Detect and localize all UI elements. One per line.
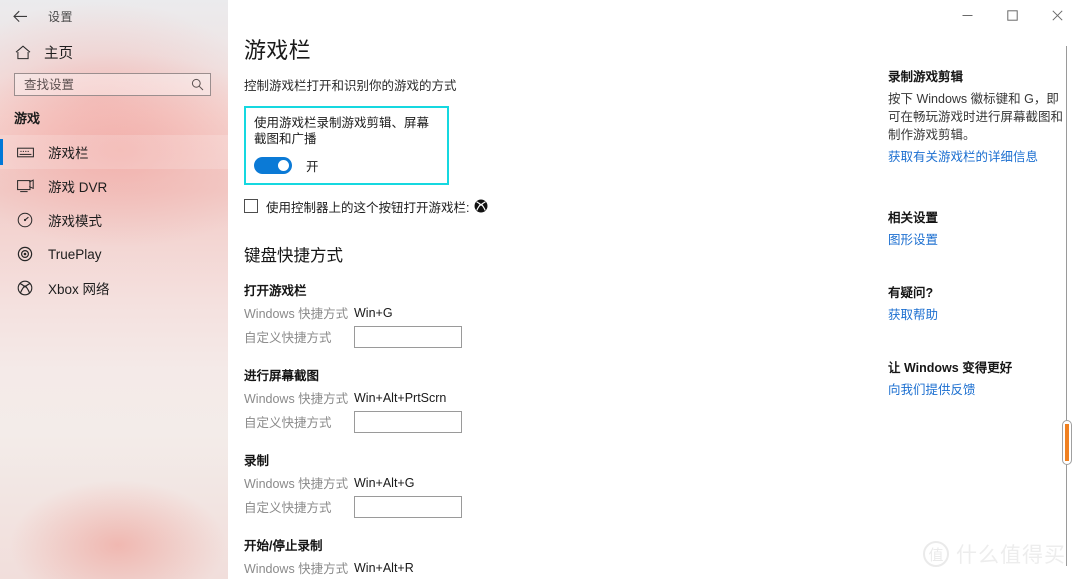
scrollbar-track[interactable]: [1066, 46, 1067, 566]
info-body: 按下 Windows 徽标键和 G，即可在畅玩游戏时进行屏幕截图和制作游戏剪辑。: [888, 92, 1064, 143]
sidebar-item-label: Xbox 网络: [48, 282, 110, 297]
info-heading: 让 Windows 变得更好: [888, 360, 1013, 375]
custom-shortcut-input[interactable]: [354, 410, 462, 433]
window-controls: [945, 0, 1080, 30]
windows-shortcut-value: Win+Alt+G: [354, 475, 415, 490]
info-block: 录制游戏剪辑 按下 Windows 徽标键和 G，即可在畅玩游戏时进行屏幕截图和…: [888, 66, 1063, 167]
vertical-scrollbar[interactable]: [1062, 46, 1072, 566]
game-dvr-icon: [14, 175, 36, 197]
search-container: [14, 73, 211, 96]
custom-shortcut-label: 自定义快捷方式: [244, 416, 332, 430]
shortcut-custom-row: 自定义快捷方式: [244, 408, 868, 436]
right-info-panel: 录制游戏剪辑 按下 Windows 徽标键和 G，即可在畅玩游戏时进行屏幕截图和…: [888, 0, 1063, 579]
scrollbar-thumb[interactable]: [1062, 420, 1072, 465]
xbox-logo-icon: [474, 199, 488, 213]
gamebar-toggle-highlight: 使用游戏栏录制游戏剪辑、屏幕截图和广播 开: [244, 106, 449, 185]
sidebar-item-game-dvr[interactable]: 游戏 DVR: [0, 169, 228, 203]
sidebar-item-game-bar[interactable]: 游戏栏: [0, 135, 228, 169]
game-bar-icon: [14, 141, 36, 163]
xbox-network-icon: [14, 277, 36, 299]
custom-shortcut-input[interactable]: [354, 325, 462, 348]
shortcut-title: 开始/停止录制: [244, 538, 323, 553]
shortcut-custom-row: 自定义快捷方式: [244, 323, 868, 351]
custom-shortcut-label: 自定义快捷方式: [244, 331, 332, 345]
home-icon: [12, 45, 34, 60]
info-link[interactable]: 图形设置: [888, 231, 1063, 250]
shortcut-group: 开始/停止录制 Windows 快捷方式 Win+Alt+R 自定义快捷方式: [244, 535, 868, 579]
sidebar-item-label: 游戏栏: [48, 146, 89, 161]
gamebar-toggle-row[interactable]: 开: [254, 156, 439, 175]
sidebar-item-home[interactable]: 主页: [0, 38, 228, 66]
close-button[interactable]: [1035, 0, 1080, 30]
toggle-state-label: 开: [306, 159, 319, 174]
sidebar-item-xbox-network[interactable]: Xbox 网络: [0, 271, 228, 305]
shortcut-custom-row: 自定义快捷方式: [244, 493, 868, 521]
page-title: 游戏栏: [244, 38, 311, 63]
shortcut-windows-row: Windows 快捷方式 Win+Alt+G: [244, 473, 868, 493]
gamebar-toggle-switch[interactable]: [254, 156, 292, 174]
window-titlebar-left: 设置: [0, 0, 228, 32]
trueplay-icon: [14, 243, 36, 265]
custom-shortcut-input[interactable]: [354, 495, 462, 518]
info-link[interactable]: 获取帮助: [888, 306, 1063, 325]
settings-window: 设置 主页 游戏: [0, 0, 1080, 579]
shortcut-group: 进行屏幕截图 Windows 快捷方式 Win+Alt+PrtScrn 自定义快…: [244, 365, 868, 436]
sidebar: 设置 主页 游戏: [0, 0, 228, 579]
controller-button-checkbox-row[interactable]: 使用控制器上的这个按钮打开游戏栏:: [244, 197, 868, 216]
search-input[interactable]: [24, 77, 191, 92]
window-title: 设置: [48, 9, 74, 24]
shortcut-group: 录制 Windows 快捷方式 Win+Alt+G 自定义快捷方式: [244, 450, 868, 521]
shortcut-title: 录制: [244, 453, 270, 468]
sidebar-item-label: TruePlay: [48, 246, 102, 262]
info-heading: 录制游戏剪辑: [888, 70, 964, 84]
info-block: 有疑问? 获取帮助: [888, 282, 1063, 325]
custom-shortcut-label: 自定义快捷方式: [244, 501, 332, 515]
info-heading: 有疑问?: [888, 285, 934, 300]
info-block: 相关设置 图形设置: [888, 207, 1063, 250]
home-label: 主页: [44, 45, 73, 62]
windows-shortcut-value: Win+Alt+R: [354, 560, 414, 575]
windows-shortcut-value: Win+G: [354, 305, 393, 320]
toggle-knob: [278, 159, 289, 171]
windows-shortcut-label: Windows 快捷方式: [244, 477, 349, 491]
game-mode-icon: [14, 209, 36, 231]
sidebar-nav: 游戏栏 游戏 DVR 游戏模式 TruePlay Xbox 网络: [0, 135, 228, 305]
shortcut-windows-row: Windows 快捷方式 Win+G: [244, 303, 868, 323]
gamebar-toggle-label: 使用游戏栏录制游戏剪辑、屏幕截图和广播: [254, 116, 430, 147]
shortcut-title: 打开游戏栏: [244, 283, 307, 298]
controller-button-label: 使用控制器上的这个按钮打开游戏栏:: [266, 200, 470, 215]
sidebar-item-game-mode[interactable]: 游戏模式: [0, 203, 228, 237]
settings-content: 游戏栏 控制游戏栏打开和识别你的游戏的方式 使用游戏栏录制游戏剪辑、屏幕截图和广…: [228, 0, 868, 579]
windows-shortcut-label: Windows 快捷方式: [244, 392, 349, 406]
maximize-button[interactable]: [990, 0, 1035, 30]
sidebar-item-label: 游戏模式: [48, 214, 102, 229]
info-link[interactable]: 获取有关游戏栏的详细信息: [888, 148, 1063, 167]
windows-shortcut-value: Win+Alt+PrtScrn: [354, 390, 447, 405]
main-content: 游戏栏 控制游戏栏打开和识别你的游戏的方式 使用游戏栏录制游戏剪辑、屏幕截图和广…: [228, 0, 1080, 579]
windows-shortcut-label: Windows 快捷方式: [244, 307, 349, 321]
info-block: 让 Windows 变得更好 向我们提供反馈: [888, 357, 1063, 400]
search-box[interactable]: [14, 73, 211, 96]
back-arrow-icon[interactable]: [0, 1, 40, 31]
page-subtitle: 控制游戏栏打开和识别你的游戏的方式: [244, 79, 457, 93]
search-icon: [191, 78, 204, 91]
sidebar-item-trueplay[interactable]: TruePlay: [0, 237, 228, 271]
sidebar-section-title: 游戏: [14, 111, 41, 126]
shortcut-group: 打开游戏栏 Windows 快捷方式 Win+G 自定义快捷方式: [244, 280, 868, 351]
shortcut-title: 进行屏幕截图: [244, 368, 320, 383]
windows-shortcut-label: Windows 快捷方式: [244, 562, 349, 576]
keyboard-shortcuts-heading: 键盘快捷方式: [244, 246, 343, 265]
info-link[interactable]: 向我们提供反馈: [888, 381, 1063, 400]
shortcut-windows-row: Windows 快捷方式 Win+Alt+PrtScrn: [244, 388, 868, 408]
shortcut-windows-row: Windows 快捷方式 Win+Alt+R: [244, 558, 868, 578]
controller-button-checkbox[interactable]: [244, 199, 258, 213]
info-heading: 相关设置: [888, 211, 939, 226]
sidebar-item-label: 游戏 DVR: [48, 180, 108, 195]
minimize-button[interactable]: [945, 0, 990, 30]
